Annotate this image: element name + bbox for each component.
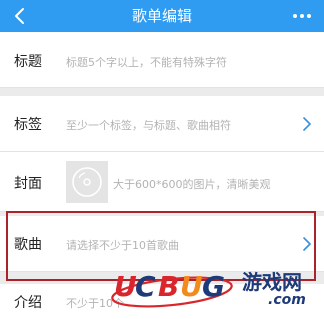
svg-text:U: U	[180, 270, 203, 303]
cover-field-row[interactable]: 封面 大于600*600的图片，清晰美观	[0, 152, 324, 212]
tags-placeholder: 至少一个标签，与标题、歌曲相符	[66, 119, 231, 132]
chevron-right-icon	[303, 117, 311, 131]
page-title: 歌单编辑	[131, 7, 192, 25]
svg-text:B: B	[158, 270, 179, 303]
svg-text:G: G	[202, 270, 225, 303]
ucbug-logo: U C B U G	[111, 270, 233, 308]
title-input-placeholder[interactable]: 标题5个字以上，不能有特殊字符	[66, 54, 227, 70]
title-field-row[interactable]: 标题 标题5个字以上，不能有特殊字符	[0, 32, 324, 88]
tags-field-row[interactable]: 标签 至少一个标签，与标题、歌曲相符	[0, 96, 324, 152]
tags-label: 标签	[14, 117, 42, 133]
svg-text:U: U	[114, 270, 137, 303]
watermark-site: 游戏网 .com	[242, 266, 322, 314]
disc-icon	[72, 167, 102, 197]
top-bar: 歌单编辑	[0, 0, 324, 32]
cover-placeholder: 大于600*600的图片，清晰美观	[113, 178, 271, 191]
watermark: U C B U G 游戏网 .com	[108, 258, 322, 318]
watermark-site-name: 游戏网	[242, 270, 302, 294]
title-label: 标题	[14, 54, 42, 70]
intro-label: 介绍	[14, 295, 42, 311]
watermark-site-domain: .com	[268, 292, 306, 308]
svg-text:C: C	[135, 270, 156, 303]
cover-label: 封面	[14, 176, 42, 192]
more-dots-icon[interactable]	[290, 8, 314, 24]
cover-thumbnail[interactable]	[66, 161, 108, 203]
